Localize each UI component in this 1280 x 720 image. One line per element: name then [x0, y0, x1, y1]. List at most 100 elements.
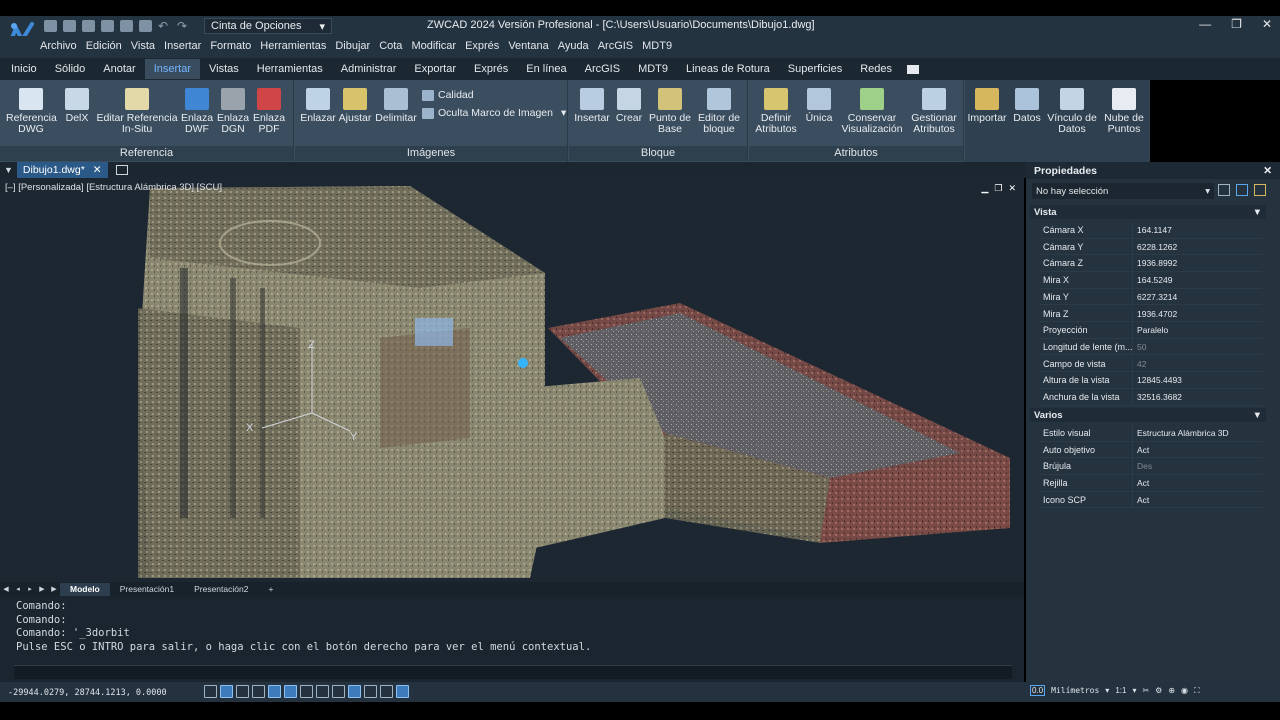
- osnap-icon[interactable]: [268, 685, 281, 698]
- property-value[interactable]: 50: [1133, 339, 1146, 355]
- isolate-icon[interactable]: ◉: [1181, 686, 1188, 695]
- lineweight-icon[interactable]: [316, 685, 329, 698]
- print-icon[interactable]: [120, 20, 133, 32]
- importar-button[interactable]: Importar: [966, 88, 1008, 124]
- coordinates-readout[interactable]: -29944.0279, 28744.1213, 0.0000: [8, 688, 167, 698]
- menu-item[interactable]: Insertar: [164, 40, 201, 52]
- property-row[interactable]: Mira X 164.5249: [1040, 272, 1262, 289]
- menu-item[interactable]: Archivo: [40, 40, 77, 52]
- property-value[interactable]: 42: [1133, 356, 1146, 372]
- menu-item[interactable]: Herramientas: [260, 40, 326, 52]
- annotation-scale-icon[interactable]: ✂: [1142, 686, 1149, 695]
- menu-arrow-icon[interactable]: ▼: [0, 165, 17, 175]
- minimize-icon[interactable]: —: [1199, 17, 1211, 31]
- toggle-pickadd-icon[interactable]: [1218, 184, 1230, 196]
- property-row[interactable]: Cámara X 164.1147: [1040, 222, 1262, 239]
- menu-item[interactable]: Modificar: [411, 40, 456, 52]
- delx-button[interactable]: DelX: [58, 88, 96, 124]
- ribbon-tab[interactable]: Inicio: [2, 59, 46, 79]
- nav-last-icon[interactable]: ▶: [36, 585, 48, 593]
- property-value[interactable]: Act: [1133, 475, 1149, 491]
- property-row[interactable]: Auto objetivo Act: [1040, 441, 1262, 459]
- ribbon-tab[interactable]: ArcGIS: [576, 59, 629, 79]
- layout-tab-presentacion1[interactable]: Presentación1: [110, 583, 184, 596]
- ribbon-tab[interactable]: Exprés: [465, 59, 517, 79]
- clean-screen-icon[interactable]: ⛶: [1194, 686, 1200, 696]
- document-tab[interactable]: Dibujo1.dwg* ✕: [16, 162, 108, 178]
- referencia-dwg-button[interactable]: Referencia DWG: [6, 88, 57, 135]
- property-row[interactable]: Rejilla Act: [1040, 475, 1262, 492]
- close-icon[interactable]: ✕: [93, 164, 102, 176]
- open-file-icon[interactable]: [63, 20, 76, 32]
- delimitar-button[interactable]: Delimitar: [374, 88, 418, 124]
- close-icon[interactable]: ✕: [1008, 183, 1016, 194]
- ribbon-tab[interactable]: Administrar: [332, 59, 406, 79]
- property-value[interactable]: 32516.3682: [1133, 389, 1182, 405]
- editar-referencia-button[interactable]: Editar Referencia In-Situ: [96, 88, 178, 135]
- minimize-icon[interactable]: ▁: [981, 183, 988, 194]
- workspace-icon[interactable]: ⚙: [1155, 686, 1162, 695]
- save-as-icon[interactable]: [101, 20, 114, 32]
- editor-bloque-button[interactable]: Editor de bloque: [695, 88, 743, 135]
- menu-item[interactable]: Cota: [379, 40, 402, 52]
- quick-properties-icon[interactable]: [364, 685, 377, 698]
- nav-first-icon[interactable]: ◀: [0, 585, 12, 593]
- property-value[interactable]: 6228.1262: [1133, 239, 1177, 255]
- enlaza-pdf-button[interactable]: Enlaza PDF: [252, 88, 286, 135]
- oculta-marco-button[interactable]: Oculta Marco de Imagen ▾: [422, 107, 566, 119]
- property-row[interactable]: Campo de vista 42: [1040, 355, 1262, 373]
- undo-icon[interactable]: ↶: [158, 20, 171, 32]
- property-value[interactable]: 1936.8992: [1133, 255, 1177, 271]
- property-value[interactable]: 164.5249: [1133, 272, 1172, 288]
- menu-item[interactable]: Vista: [131, 40, 155, 52]
- new-tab-icon[interactable]: [115, 165, 128, 175]
- property-row[interactable]: Longitud de lente (m... 50: [1040, 338, 1262, 356]
- nav-next-icon[interactable]: ▸: [24, 585, 36, 593]
- ajustar-button[interactable]: Ajustar: [338, 88, 372, 124]
- ribbon-tab[interactable]: Anotar: [94, 59, 144, 79]
- property-row[interactable]: Estilo visual Estructura Alámbrica 3D: [1040, 425, 1262, 442]
- property-row[interactable]: Cámara Y 6228.1262: [1040, 238, 1262, 256]
- plot-preview-icon[interactable]: [139, 20, 152, 32]
- layout-tab-modelo[interactable]: Modelo: [60, 582, 110, 596]
- crear-block-button[interactable]: Crear: [613, 88, 645, 124]
- nav-end-icon[interactable]: ▶: [48, 585, 60, 593]
- selection-dropdown[interactable]: No hay selección ▾: [1032, 183, 1214, 199]
- ribbon-tab[interactable]: Herramientas: [248, 59, 332, 79]
- ribbon-tab[interactable]: MDT9: [629, 59, 677, 79]
- property-value[interactable]: Act: [1133, 492, 1149, 508]
- insertar-block-button[interactable]: Insertar: [573, 88, 611, 124]
- ribbon-tab[interactable]: Exportar: [405, 59, 465, 79]
- lock-icon[interactable]: ⊕: [1168, 686, 1175, 695]
- ribbon-toggle-icon[interactable]: [907, 64, 920, 74]
- enlazar-button[interactable]: Enlazar: [300, 88, 336, 124]
- property-row[interactable]: Icono SCP Act: [1040, 491, 1262, 509]
- new-file-icon[interactable]: [44, 20, 57, 32]
- menu-item[interactable]: Formato: [210, 40, 251, 52]
- conservar-visualizacion-button[interactable]: Conservar Visualización: [839, 88, 905, 135]
- selection-cycling-icon[interactable]: [348, 685, 361, 698]
- ribbon-tab[interactable]: En línea: [517, 59, 575, 79]
- ribbon-tab[interactable]: Lineas de Rotura: [677, 59, 779, 79]
- property-row[interactable]: Proyección Paralelo: [1040, 322, 1262, 339]
- ribbon-tab[interactable]: Vistas: [200, 59, 248, 79]
- calidad-button[interactable]: Calidad: [422, 89, 474, 101]
- menu-item[interactable]: Ventana: [508, 40, 548, 52]
- scale-label[interactable]: 1:1: [1115, 686, 1126, 695]
- ribbon-tab[interactable]: Superficies: [779, 59, 851, 79]
- property-row[interactable]: Cámara Z 1936.8992: [1040, 255, 1262, 272]
- property-value[interactable]: 6227.3214: [1133, 289, 1177, 305]
- property-value[interactable]: 164.1147: [1133, 222, 1172, 238]
- menu-item[interactable]: Dibujar: [335, 40, 370, 52]
- ortho-icon[interactable]: [236, 685, 249, 698]
- punto-base-button[interactable]: Punto de Base: [647, 88, 693, 135]
- chevron-down-icon[interactable]: ▾: [1132, 686, 1136, 695]
- nav-prev-icon[interactable]: ◂: [12, 585, 24, 593]
- viewport-label[interactable]: [–] [Personalizada] [Estructura Alámbric…: [5, 182, 222, 193]
- enlaza-dwf-button[interactable]: Enlaza DWF: [180, 88, 214, 135]
- property-value[interactable]: Estructura Alámbrica 3D: [1133, 425, 1229, 441]
- ribbon-tab[interactable]: Redes: [851, 59, 901, 79]
- chevron-down-icon[interactable]: ▾: [1105, 686, 1109, 695]
- units-icon[interactable]: 0.0: [1030, 685, 1046, 696]
- annotation-icon[interactable]: [380, 685, 393, 698]
